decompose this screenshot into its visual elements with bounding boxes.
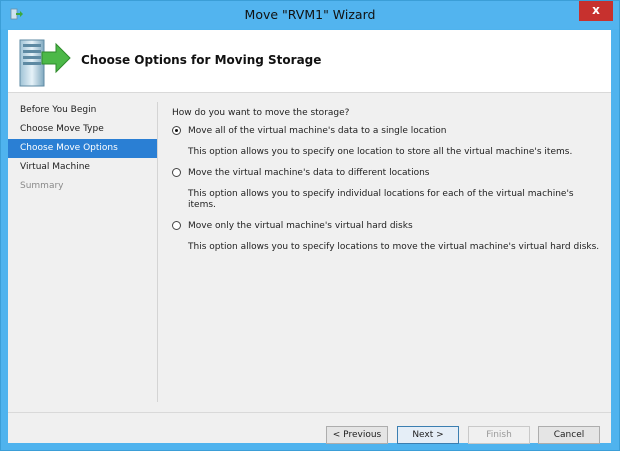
- move-question: How do you want to move the storage?: [172, 108, 350, 118]
- title-bar[interactable]: Move "RVM1" Wizard x: [1, 1, 619, 29]
- close-icon: x: [592, 3, 600, 17]
- option-label[interactable]: Move all of the virtual machine's data t…: [188, 126, 602, 137]
- radio-vhd-only[interactable]: [172, 221, 181, 230]
- nav-item-summary: Summary: [20, 181, 64, 191]
- wizard-window: Move "RVM1" Wizard x Choose Options for …: [0, 0, 620, 451]
- option-label[interactable]: Move only the virtual machine's virtual …: [188, 221, 602, 232]
- nav-item-choose-move-type[interactable]: Choose Move Type: [8, 120, 158, 139]
- option-different-locations[interactable]: Move the virtual machine's data to diffe…: [172, 168, 602, 211]
- page-title: Choose Options for Moving Storage: [81, 53, 322, 67]
- option-label[interactable]: Move the virtual machine's data to diffe…: [188, 168, 602, 179]
- next-button[interactable]: Next >: [397, 426, 459, 444]
- finish-button: Finish: [468, 426, 530, 444]
- close-button[interactable]: x: [579, 1, 613, 21]
- cancel-button[interactable]: Cancel: [538, 426, 600, 444]
- nav-item-virtual-machine[interactable]: Virtual Machine: [8, 158, 158, 177]
- previous-button[interactable]: < Previous: [326, 426, 388, 444]
- footer-divider: [8, 412, 611, 413]
- move-options-panel: How do you want to move the storage? Mov…: [172, 108, 602, 263]
- option-description: This option allows you to specify locati…: [188, 242, 600, 252]
- option-vhd-only[interactable]: Move only the virtual machine's virtual …: [172, 221, 602, 253]
- radio-single-location[interactable]: [172, 126, 181, 135]
- radio-different-locations[interactable]: [172, 168, 181, 177]
- nav-item-choose-move-options[interactable]: Choose Move Options: [8, 139, 158, 158]
- option-description: This option allows you to specify indivi…: [188, 189, 574, 210]
- wizard-steps-nav: Before You Begin Choose Move Type Choose…: [8, 101, 158, 401]
- server-move-icon: [19, 39, 71, 87]
- wizard-client-area: Choose Options for Moving Storage Before…: [8, 30, 611, 444]
- nav-item-before-you-begin[interactable]: Before You Begin: [8, 101, 158, 120]
- nav-divider: [157, 102, 158, 402]
- option-single-location[interactable]: Move all of the virtual machine's data t…: [172, 126, 602, 158]
- wizard-header: Choose Options for Moving Storage: [8, 30, 611, 93]
- window-title: Move "RVM1" Wizard: [244, 7, 376, 22]
- option-description: This option allows you to specify one lo…: [188, 147, 573, 157]
